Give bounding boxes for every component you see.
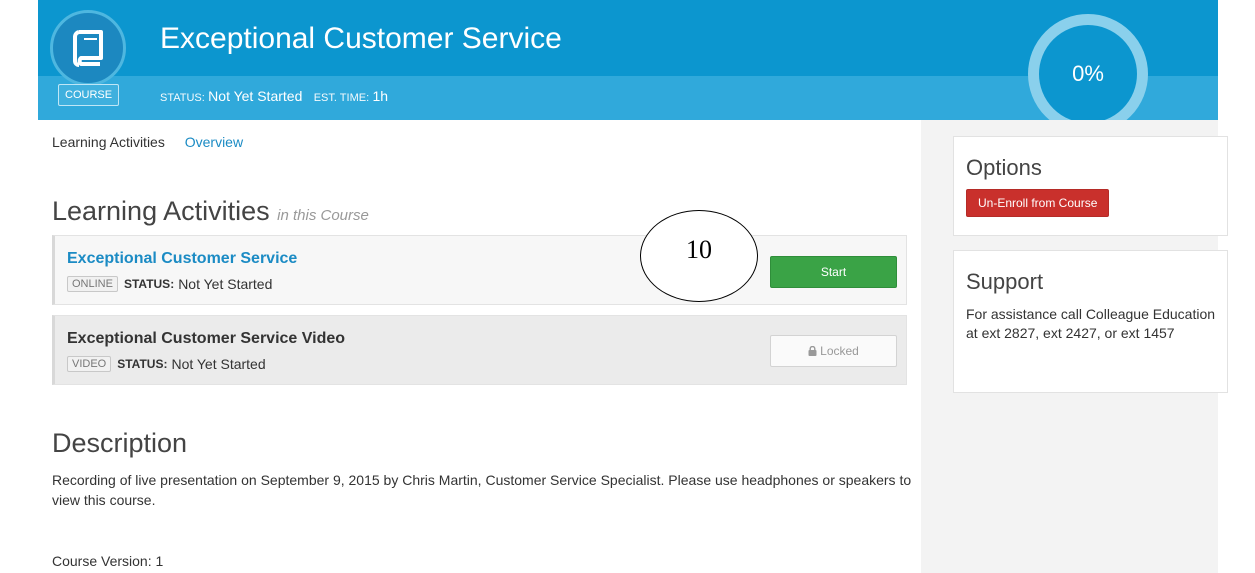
lock-icon [808, 346, 817, 356]
activity-type-badge: ONLINE [67, 276, 118, 292]
support-text: For assistance call Colleague Education … [966, 306, 1216, 341]
course-header: COURSE Exceptional Customer Service STAT… [38, 0, 1218, 134]
activity-meta: VIDEO STATUS: Not Yet Started [67, 356, 266, 372]
activity-status-label: STATUS: [117, 357, 168, 371]
status-value: Not Yet Started [208, 88, 303, 104]
course-badge: COURSE [58, 84, 120, 106]
course-meta: STATUS: Not Yet Started EST. TIME: 1h [160, 88, 396, 104]
support-title: Support [966, 269, 1044, 294]
activity-meta: ONLINE STATUS: Not Yet Started [67, 276, 272, 292]
activity-title: Exceptional Customer Service Video [67, 330, 346, 347]
activity-title-link[interactable]: Exceptional Customer Service [67, 250, 297, 268]
unenroll-button[interactable]: Un-Enroll from Course [966, 189, 1110, 217]
tab-learning-activities[interactable]: Learning Activities [52, 134, 165, 150]
est-time-label: EST. TIME: [313, 92, 370, 104]
description-text: Recording of live presentation on Septem… [52, 472, 912, 508]
start-button[interactable]: Start [770, 256, 897, 288]
course-title: Exceptional Customer Service [160, 22, 562, 55]
book-icon [73, 30, 103, 67]
activity-status-label: STATUS: [123, 277, 175, 291]
activity-status-value: Not Yet Started [178, 276, 273, 292]
activity-row-online: Exceptional Customer Service ONLINE STAT… [52, 235, 907, 305]
options-title: Options [966, 155, 1042, 180]
progress-percent: 0% [1072, 61, 1104, 86]
activity-type-badge: VIDEO [67, 356, 112, 372]
status-label: STATUS: [160, 92, 205, 104]
locked-button[interactable]: Locked [770, 335, 897, 367]
course-tabs: Learning Activities Overview [52, 134, 259, 150]
tab-overview[interactable]: Overview [185, 134, 243, 150]
options-card: Options Un-Enroll from Course [953, 136, 1228, 236]
course-icon-circle [50, 10, 126, 86]
support-card: Support For assistance call Colleague Ed… [953, 250, 1228, 393]
est-time-value: 1h [372, 88, 389, 104]
description-heading: Description [52, 428, 188, 458]
course-version: Course Version: 1 [52, 553, 164, 569]
activity-status-value: Not Yet Started [171, 356, 266, 372]
progress-ring: 0% [1028, 14, 1148, 134]
activity-row-video: Exceptional Customer Service Video VIDEO… [52, 315, 907, 385]
section-subtitle: in this Course [277, 207, 369, 224]
learning-activities-heading: Learning Activities in this Course [52, 196, 369, 227]
callout-annotation: 10 [640, 210, 758, 302]
locked-label: Locked [820, 344, 859, 358]
section-title: Learning Activities [52, 196, 270, 226]
